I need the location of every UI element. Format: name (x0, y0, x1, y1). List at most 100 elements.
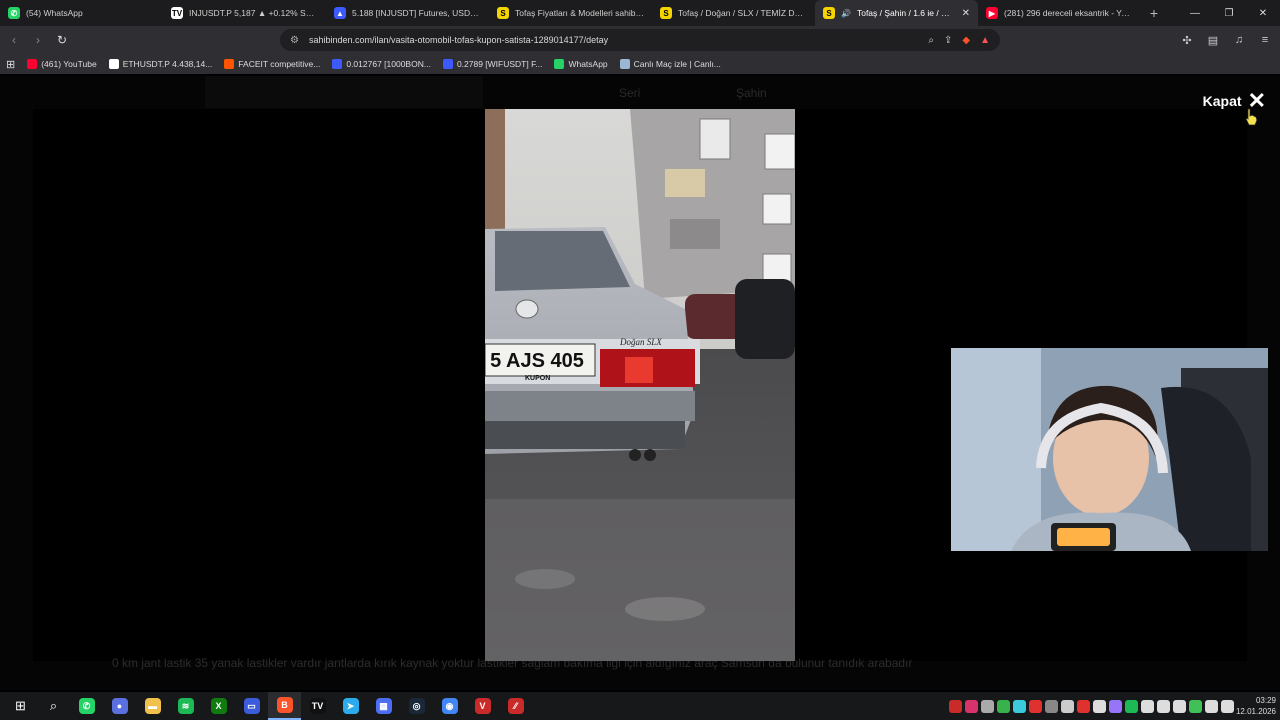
browser-tab[interactable]: ▶ (281) 296 dereceli eksantrik - YouTub (978, 0, 1141, 26)
tradingview-icon: TV (309, 698, 326, 714)
app-blue-icon: ▭ (243, 698, 260, 714)
taskbar-app-whatsapp[interactable]: ✆ (70, 692, 103, 720)
apps-grid-icon[interactable]: ⊞ (6, 58, 15, 71)
bookmark-label: (461) YouTube (41, 59, 97, 69)
tray-send-icon[interactable] (981, 699, 994, 713)
taskbar-app-calculator[interactable]: ▦ (367, 692, 400, 720)
taskbar-app-telegram[interactable]: ➤ (334, 692, 367, 720)
background-image-thumbnail (205, 76, 483, 108)
tab-title: INJUSDT.P 5,187 ▲ +0.12% SoyN35 (189, 8, 318, 18)
bookmark-item[interactable]: (461) YouTube (27, 59, 97, 69)
tray-app5-icon[interactable] (1109, 699, 1122, 713)
site-settings-icon[interactable]: ⚙ (290, 35, 299, 46)
bookmark-favicon-icon (332, 59, 343, 69)
tab-favicon-icon: ▶ (986, 7, 998, 19)
browser-tab[interactable]: ✆ (54) WhatsApp (0, 0, 163, 26)
zoom-icon[interactable]: ⌕ (928, 35, 934, 46)
tray-app6-icon[interactable] (1141, 699, 1154, 713)
bookmark-item[interactable]: 0.2789 [WIFUSDT] F... (442, 59, 542, 69)
bookmark-item[interactable]: FACEIT competitive... (224, 59, 320, 69)
taskbar-app-xbox[interactable]: X (202, 692, 235, 720)
bookmark-item[interactable]: ETHUSDT.P 4.438,14... (108, 59, 213, 69)
start-button[interactable]: ⊞ (4, 692, 37, 720)
taskbar-app-chrome[interactable]: ◉ (433, 692, 466, 720)
tab-favicon-icon: ▲ (334, 7, 346, 19)
back-button[interactable]: ‹ (4, 30, 24, 50)
tab-favicon-icon: TV (171, 7, 183, 19)
spotify-icon: ≋ (177, 698, 194, 714)
toolbar-actions: ✣ ▤ ♫ ≡ (1178, 30, 1274, 50)
taskbar-app-app-red[interactable]: ⁄⁄ (499, 692, 532, 720)
forward-button[interactable]: › (28, 30, 48, 50)
chrome-profile-icon: ● (111, 698, 128, 714)
reload-button[interactable]: ↻ (52, 30, 72, 50)
brave-shields-icon[interactable]: ◆ (962, 35, 970, 46)
tray-wifi-icon[interactable] (1205, 699, 1218, 713)
taskbar-app-spotify[interactable]: ≋ (169, 692, 202, 720)
taskbar-app-app-blue[interactable]: ▭ (235, 692, 268, 720)
app-red-icon: ⁄⁄ (507, 698, 524, 714)
tray-app7-icon[interactable] (1157, 699, 1170, 713)
media-icon[interactable]: ♫ (1230, 30, 1248, 50)
tray-app8-icon[interactable] (1173, 699, 1186, 713)
tray-app2-icon[interactable] (1029, 699, 1042, 713)
taskbar-app-tradingview[interactable]: TV (301, 692, 334, 720)
plate-frame-text: KUPON (525, 375, 550, 382)
tray-app3-icon[interactable] (1061, 699, 1074, 713)
tab-title: 5.188 [INJUSDT] Futures, USDT-Marg (352, 8, 481, 18)
tray-steam-icon[interactable] (1045, 699, 1058, 713)
bookmark-favicon-icon (554, 59, 565, 69)
telegram-icon: ➤ (342, 698, 359, 714)
xbox-icon: X (210, 698, 227, 714)
tab-list: ✆ (54) WhatsApp TV INJUSDT.P 5,187 ▲ +0.12%… (0, 0, 1141, 26)
system-clock[interactable]: 03:29 12.01.2026 (1236, 695, 1276, 717)
browser-tab[interactable]: TV INJUSDT.P 5,187 ▲ +0.12% SoyN35 (163, 0, 326, 26)
tab-audio-icon[interactable]: 🔊 (841, 9, 851, 18)
browser-tab[interactable]: S 🔊 Tofaş / Şahin / 1.6 ie / KUPON ✕ (815, 0, 978, 26)
browser-tab[interactable]: S Tofaş Fiyatları & Modelleri sahibinde (489, 0, 652, 26)
sidebar-icon[interactable]: ▤ (1204, 30, 1222, 50)
chrome-icon: ◉ (441, 698, 458, 714)
search-button[interactable]: ⌕ (37, 692, 70, 720)
tray-network-icon[interactable] (1013, 699, 1026, 713)
taskbar-app-chrome-profile[interactable]: ● (103, 692, 136, 720)
share-icon[interactable]: ⇪ (944, 35, 952, 46)
url-text[interactable]: sahibinden.com/ilan/vasita-otomobil-tofa… (309, 35, 918, 45)
tab-close-icon[interactable]: ✕ (962, 8, 970, 19)
browser-tab[interactable]: S Tofaş / Doğan / SLX / TEMİZ DOĞAN (652, 0, 815, 26)
extensions-icon[interactable]: ✣ (1178, 30, 1196, 50)
steam-icon: ◎ (408, 698, 425, 714)
tray-spotify-icon[interactable] (1125, 699, 1138, 713)
tray-app4-icon[interactable] (1077, 699, 1090, 713)
taskbar-app-steam[interactable]: ◎ (400, 692, 433, 720)
taskbar-app-files[interactable]: ▬ (136, 692, 169, 720)
browser-tab[interactable]: ▲ 5.188 [INJUSDT] Futures, USDT-Marg (326, 0, 489, 26)
tray-mic-icon[interactable] (949, 699, 962, 713)
bookmark-label: 0.012767 [1000BON... (346, 59, 431, 69)
whatsapp-icon: ✆ (78, 698, 95, 714)
new-tab-button[interactable]: + (1141, 5, 1167, 21)
tray-app-icon[interactable] (965, 699, 978, 713)
model-badge-text: Doğan SLX (619, 337, 662, 347)
calculator-icon: ▦ (375, 698, 392, 714)
close-window-button[interactable]: ✕ (1246, 0, 1280, 26)
bookmark-item[interactable]: Canlı Maç izle | Canlı... (619, 59, 721, 69)
tray-nvidia-icon[interactable] (997, 699, 1010, 713)
bookmark-item[interactable]: 0.012767 [1000BON... (332, 59, 431, 69)
navigation-bar: ‹ › ↻ ⚙ sahibinden.com/ilan/vasita-otomo… (0, 26, 1280, 54)
tray-volume-icon[interactable] (1221, 699, 1234, 713)
restore-button[interactable]: ❐ (1212, 0, 1246, 26)
bookmark-item[interactable]: WhatsApp (554, 59, 608, 69)
minimize-button[interactable]: — (1178, 0, 1212, 26)
brave-rewards-icon[interactable]: ▲ (980, 35, 990, 46)
tab-title: Tofaş / Şahin / 1.6 ie / KUPON (856, 8, 952, 18)
tray-battery-icon[interactable] (1189, 699, 1202, 713)
webcam-overlay (951, 348, 1268, 551)
tray-mic2-icon[interactable] (1093, 699, 1106, 713)
menu-icon[interactable]: ≡ (1256, 30, 1274, 50)
bookmark-label: ETHUSDT.P 4.438,14... (122, 59, 213, 69)
taskbar-app-voice-app[interactable]: V (466, 692, 499, 720)
tab-favicon-icon: S (823, 7, 835, 19)
taskbar-app-brave[interactable]: B (268, 692, 301, 720)
address-bar[interactable]: ⚙ sahibinden.com/ilan/vasita-otomobil-to… (280, 29, 1000, 51)
